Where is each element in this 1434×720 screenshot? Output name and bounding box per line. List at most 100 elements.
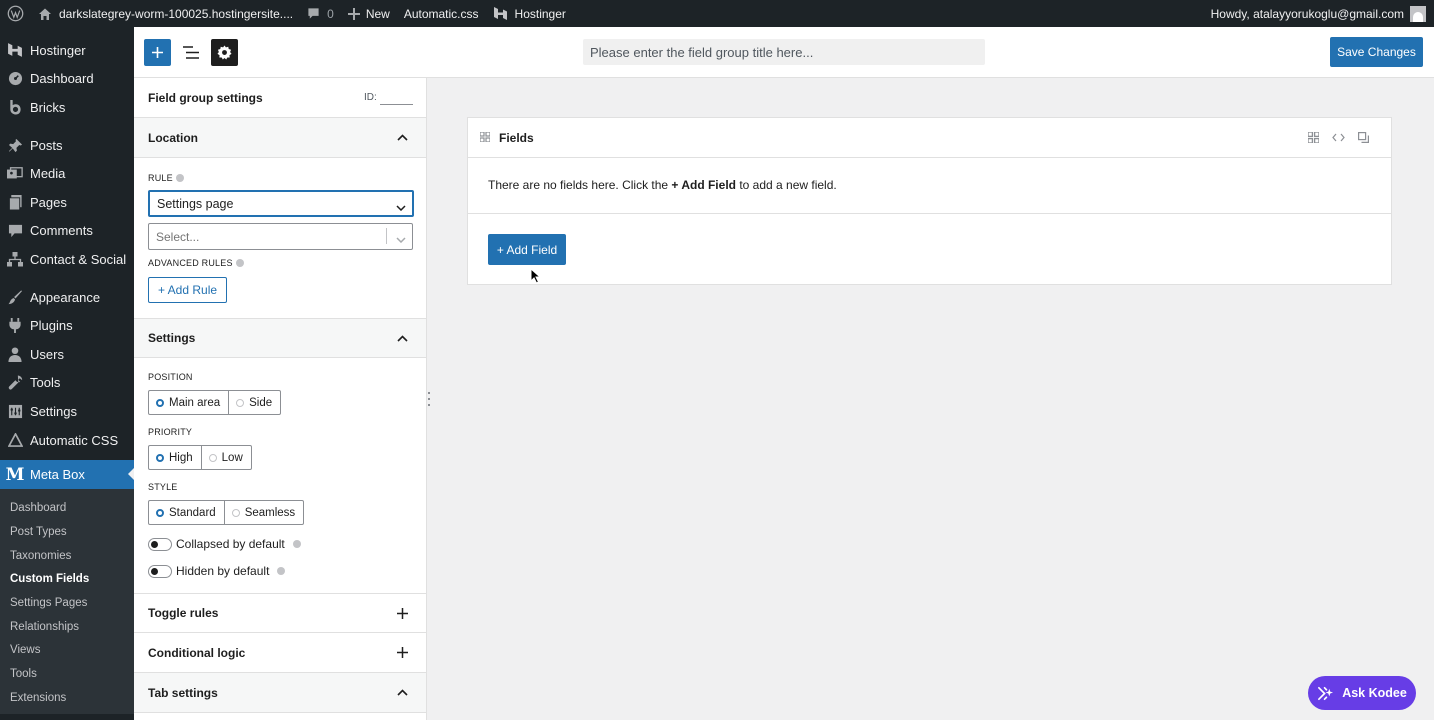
wordpress-logo-icon[interactable] — [0, 0, 31, 27]
menu-label: Contact & Social — [30, 251, 127, 267]
sparkle-icon — [1318, 686, 1334, 700]
grid-icon — [479, 130, 491, 145]
empty-message-prefix: There are no fields here. Click the — [488, 178, 672, 192]
submenu-item-tools[interactable]: Tools — [0, 662, 134, 686]
menu-label: Dashboard — [30, 71, 94, 87]
option-label: Main area — [169, 396, 221, 409]
menu-item-appearance[interactable]: Appearance — [0, 283, 134, 312]
new-content-link[interactable]: New — [341, 0, 397, 27]
help-icon[interactable] — [235, 259, 244, 267]
location-title: Location — [148, 130, 198, 145]
menu-item-contact-social[interactable]: Contact & Social — [0, 245, 134, 274]
menu-item-automatic-css[interactable]: Automatic CSS — [0, 426, 134, 455]
add-rule-button[interactable]: + Add Rule — [148, 277, 228, 303]
priority-high-option[interactable]: High — [149, 446, 202, 469]
field-group-title-input[interactable] — [583, 39, 985, 65]
menu-label: Posts — [30, 137, 63, 153]
settings-panel-header[interactable]: Settings — [134, 318, 426, 358]
id-input[interactable] — [380, 104, 413, 105]
submenu-item-extensions[interactable]: Extensions — [0, 686, 134, 710]
menu-item-hostinger[interactable]: Hostinger — [0, 36, 134, 65]
submenu-item-dashboard[interactable]: Dashboard — [0, 496, 134, 520]
submenu-item-post-types[interactable]: Post Types — [0, 520, 134, 544]
fields-title: Fields — [499, 130, 534, 145]
rule-select[interactable]: Settings page — [148, 190, 414, 217]
menu-item-users[interactable]: Users — [0, 340, 134, 369]
hidden-toggle[interactable] — [148, 564, 172, 578]
site-name-link[interactable]: darkslategrey-worm-100025.hostingersite.… — [31, 0, 300, 27]
add-field-toolbar-button[interactable] — [144, 39, 171, 66]
mouse-cursor-icon — [530, 268, 541, 284]
wrench-icon — [7, 375, 23, 391]
plus-icon[interactable] — [395, 606, 409, 620]
menu-item-tools[interactable]: Tools — [0, 369, 134, 398]
submenu-item-settings-pages[interactable]: Settings Pages — [0, 591, 134, 615]
conditional-logic-panel-header[interactable]: Conditional logic — [134, 633, 426, 673]
submenu-item-taxonomies[interactable]: Taxonomies — [0, 544, 134, 568]
empty-message-bold: + Add Field — [671, 178, 736, 192]
editor-header: Save Changes — [134, 27, 1434, 78]
select-divider — [386, 228, 387, 244]
menu-label: Plugins — [30, 318, 73, 334]
help-icon[interactable] — [292, 540, 301, 548]
menu-item-settings[interactable]: Settings — [0, 397, 134, 426]
submenu-item-views[interactable]: Views — [0, 638, 134, 662]
howdy-user[interactable]: Howdy, atalayyorukoglu@gmail.com — [1211, 7, 1404, 21]
submenu-item-custom-fields[interactable]: Custom Fields — [0, 567, 134, 591]
code-icon[interactable] — [1332, 131, 1345, 146]
comments-link[interactable]: 0 — [300, 0, 341, 27]
help-icon[interactable] — [277, 567, 286, 575]
menu-item-comments[interactable]: Comments — [0, 217, 134, 246]
priority-low-option[interactable]: Low — [202, 446, 251, 469]
network-icon — [7, 251, 23, 267]
automatic-css-link[interactable]: Automatic.css — [397, 0, 486, 27]
menu-item-posts[interactable]: Posts — [0, 131, 134, 160]
position-main-area-option[interactable]: Main area — [149, 391, 230, 414]
ask-kodee-button[interactable]: Ask Kodee — [1308, 676, 1416, 710]
location-panel-header[interactable]: Location — [134, 118, 426, 158]
empty-fields-message: There are no fields here. Click the + Ad… — [468, 158, 1391, 214]
help-icon[interactable] — [175, 174, 184, 182]
avatar[interactable] — [1410, 5, 1426, 22]
hostinger-icon — [7, 42, 23, 58]
add-field-button[interactable]: + Add Field — [488, 234, 566, 265]
list-view-button[interactable] — [177, 39, 204, 66]
fields-panel: Fields There are no fields here. Click t… — [467, 117, 1392, 285]
sidebar-resize-handle[interactable] — [428, 392, 431, 406]
menu-label: Users — [30, 346, 64, 362]
menu-item-bricks[interactable]: Bricks — [0, 93, 134, 122]
menu-item-media[interactable]: Media — [0, 159, 134, 188]
menu-item-pages[interactable]: Pages — [0, 188, 134, 217]
media-icon — [7, 166, 23, 182]
plus-icon[interactable] — [395, 645, 409, 659]
chevron-up-icon[interactable] — [395, 685, 409, 699]
toggle-rules-panel-header[interactable]: Toggle rules — [134, 593, 426, 633]
brush-icon — [7, 289, 23, 305]
style-label: STYLE — [148, 482, 178, 492]
menu-item-plugins[interactable]: Plugins — [0, 311, 134, 340]
chevron-up-icon[interactable] — [395, 130, 409, 144]
menu-item-meta-box[interactable]: M Meta Box — [0, 460, 134, 490]
ask-kodee-label: Ask Kodee — [1342, 686, 1407, 700]
option-label: Side — [249, 396, 273, 409]
submenu-item-relationships[interactable]: Relationships — [0, 615, 134, 639]
menu-label: Comments — [30, 223, 93, 239]
hidden-by-default-row: Hidden by default — [148, 564, 286, 578]
chevron-up-icon[interactable] — [395, 331, 409, 345]
hostinger-link[interactable]: Hostinger — [486, 0, 573, 27]
tab-settings-panel-header[interactable]: Tab settings — [134, 673, 426, 713]
menu-item-dashboard[interactable]: Dashboard — [0, 65, 134, 94]
settings-toggle-button[interactable] — [211, 39, 238, 66]
dashboard-icon — [7, 71, 23, 87]
page-icon — [7, 194, 23, 210]
style-seamless-option[interactable]: Seamless — [225, 501, 303, 524]
position-side-option[interactable]: Side — [229, 391, 280, 414]
style-standard-option[interactable]: Standard — [149, 501, 225, 524]
grid-view-icon[interactable] — [1307, 131, 1320, 146]
copy-icon[interactable] — [1358, 131, 1369, 146]
settings-page-select[interactable]: Select... — [148, 223, 413, 250]
priority-label: PRIORITY — [148, 427, 193, 437]
comment-icon — [308, 8, 319, 19]
collapsed-toggle[interactable] — [148, 537, 172, 551]
save-changes-button[interactable]: Save Changes — [1330, 37, 1423, 67]
